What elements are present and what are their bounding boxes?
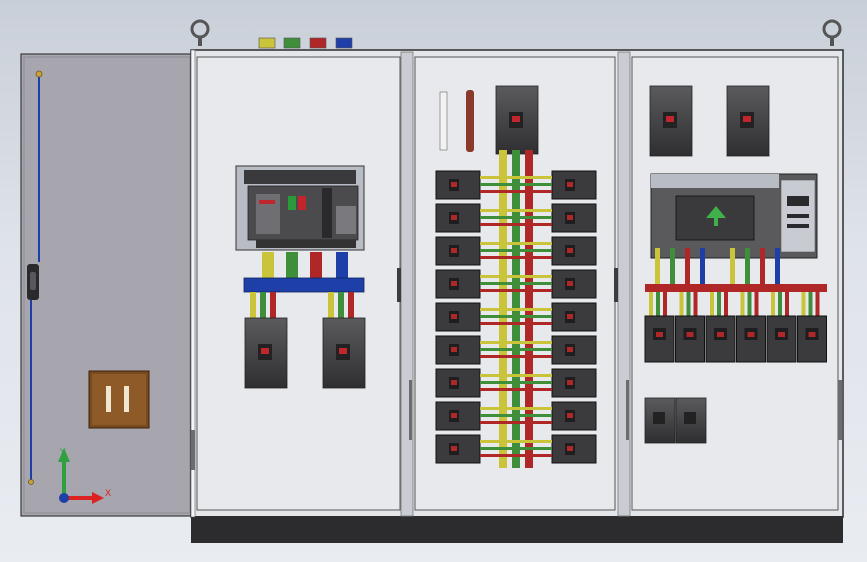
door-handle-icon[interactable] [27, 264, 39, 300]
control-wire [760, 248, 765, 284]
control-wire [685, 248, 690, 284]
x-axis-label: X [105, 489, 111, 499]
link-green [480, 315, 552, 318]
link-green [480, 348, 552, 351]
feeder-breaker-right[interactable] [551, 335, 597, 365]
upper-breaker[interactable] [649, 85, 693, 157]
link-red [480, 223, 552, 226]
link-red [480, 388, 552, 391]
link-red [480, 421, 552, 424]
neutral-bar [466, 90, 474, 152]
feeder-main-breaker[interactable] [495, 85, 539, 155]
outgoing-breaker[interactable] [322, 317, 366, 389]
link-yellow [480, 374, 552, 377]
cad-viewport[interactable]: Y X [0, 0, 867, 562]
control-wire [700, 248, 705, 284]
feeder-breaker-right[interactable] [551, 302, 597, 332]
link-yellow [480, 242, 552, 245]
link-yellow [480, 440, 552, 443]
link-green [480, 249, 552, 252]
control-wire [655, 248, 660, 284]
feeder-breaker-right[interactable] [551, 368, 597, 398]
link-red [480, 355, 552, 358]
link-green [480, 381, 552, 384]
y-axis-label: Y [59, 448, 66, 458]
lifting-eye-icon [822, 19, 842, 46]
control-wire [670, 248, 675, 284]
link-red [480, 322, 552, 325]
feeder-breaker-left[interactable] [435, 236, 481, 266]
link-yellow [480, 341, 552, 344]
link-red [480, 190, 552, 193]
link-yellow [480, 209, 552, 212]
feeder-breaker-right[interactable] [551, 401, 597, 431]
plinth [191, 516, 843, 543]
upper-breaker[interactable] [726, 85, 770, 157]
feeder-breaker-left[interactable] [435, 434, 481, 464]
link-yellow [480, 176, 552, 179]
document-pocket [88, 370, 150, 429]
feeder-breaker-left[interactable] [435, 302, 481, 332]
feeder-breaker-left[interactable] [435, 401, 481, 431]
link-green [480, 282, 552, 285]
control-wire [730, 248, 735, 284]
small-breaker[interactable] [644, 397, 676, 444]
feeder-breaker-left[interactable] [435, 269, 481, 299]
feeder-breaker-right[interactable] [551, 236, 597, 266]
link-red [480, 289, 552, 292]
control-wire [775, 248, 780, 284]
feeder-breaker-right[interactable] [551, 203, 597, 233]
outgoing-breaker[interactable] [244, 317, 288, 389]
feeder-breaker-right[interactable] [551, 170, 597, 200]
lifting-eye-icon [190, 19, 210, 46]
feeder-breaker-right[interactable] [551, 434, 597, 464]
control-wire [745, 248, 750, 284]
feeder-breaker-left[interactable] [435, 368, 481, 398]
plc-controller[interactable] [650, 173, 818, 259]
feeder-breaker-left[interactable] [435, 335, 481, 365]
top-gland-caps [258, 37, 353, 49]
terminal-strip [439, 91, 448, 151]
link-red [480, 256, 552, 259]
main-air-circuit-breaker[interactable] [235, 165, 365, 251]
open-door[interactable] [20, 53, 194, 517]
link-yellow [480, 308, 552, 311]
small-breaker[interactable] [675, 397, 707, 444]
link-yellow [480, 275, 552, 278]
link-green [480, 414, 552, 417]
link-red [480, 454, 552, 457]
link-yellow [480, 407, 552, 410]
feeder-breaker-right[interactable] [551, 269, 597, 299]
feeder-breaker-left[interactable] [435, 170, 481, 200]
link-green [480, 183, 552, 186]
link-green [480, 447, 552, 450]
horizontal-busbar [645, 284, 827, 292]
link-green [480, 216, 552, 219]
feeder-breaker-left[interactable] [435, 203, 481, 233]
